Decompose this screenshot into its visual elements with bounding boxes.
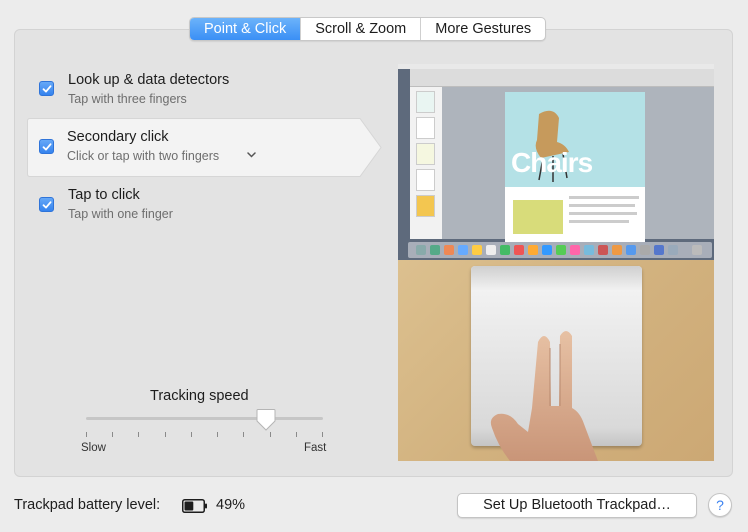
secondary-click-title: Secondary click [67, 129, 169, 145]
secondary-click-checkbox[interactable] [39, 139, 54, 154]
option-look-up: Look up & data detectors Tap with three … [15, 64, 375, 122]
look-up-subtitle: Tap with three fingers [68, 92, 187, 106]
set-up-bluetooth-trackpad-button[interactable]: Set Up Bluetooth Trackpad… [457, 493, 697, 518]
slider-track[interactable] [86, 417, 323, 420]
tap-to-click-subtitle: Tap with one finger [68, 207, 173, 221]
tab-scroll-and-zoom[interactable]: Scroll & Zoom [301, 18, 422, 40]
preview-screen: Chairs [398, 64, 714, 260]
tracking-speed-label: Tracking speed [150, 388, 249, 404]
tap-to-click-checkbox[interactable] [39, 197, 54, 212]
look-up-checkbox[interactable] [39, 81, 54, 96]
secondary-click-subtitle[interactable]: Click or tap with two fingers [67, 149, 219, 163]
tab-point-and-click[interactable]: Point & Click [190, 18, 302, 40]
slider-tick [165, 432, 166, 437]
slider-tick [322, 432, 323, 437]
slider-tick [112, 432, 113, 437]
checkmark-icon [42, 143, 52, 151]
tap-to-click-title: Tap to click [68, 187, 140, 203]
slider-tick [243, 432, 244, 437]
slider-tick [217, 432, 218, 437]
tracking-speed-slider[interactable] [86, 408, 323, 446]
speed-max-label: Fast [304, 442, 327, 454]
preview-toolbar [410, 69, 714, 87]
battery-icon [182, 499, 207, 513]
battery-level-label: Trackpad battery level: [14, 497, 161, 513]
preview-sidebar [410, 87, 442, 239]
preview-document-heading: Chairs [511, 147, 593, 178]
settings-panel: Look up & data detectors Tap with three … [14, 29, 733, 477]
slider-tick [138, 432, 139, 437]
chevron-down-icon[interactable] [247, 152, 256, 158]
speed-min-label: Slow [81, 442, 106, 454]
preview-document: Chairs [505, 92, 645, 242]
option-secondary-click[interactable]: Secondary click Click or tap with two fi… [27, 118, 382, 177]
checkmark-icon [42, 201, 52, 209]
slider-tick [270, 432, 271, 437]
slider-tick [191, 432, 192, 437]
slider-thumb[interactable] [256, 408, 276, 432]
preview-desk [398, 260, 714, 461]
slider-tick [86, 432, 87, 437]
option-tap-to-click: Tap to click Tap with one finger [15, 178, 375, 236]
selection-highlight [27, 118, 382, 177]
hand-illustration [490, 331, 598, 461]
look-up-title: Look up & data detectors [68, 72, 230, 88]
preview-canvas: Chairs [442, 87, 714, 242]
help-button[interactable]: ? [708, 493, 732, 517]
preview-dock [408, 242, 712, 258]
battery-percent: 49% [216, 497, 246, 513]
tab-bar: Point & Click Scroll & Zoom More Gesture… [189, 17, 547, 41]
gesture-preview-video: Chairs [398, 64, 714, 461]
slider-tick [296, 432, 297, 437]
tab-more-gestures[interactable]: More Gestures [421, 18, 545, 40]
checkmark-icon [42, 85, 52, 93]
